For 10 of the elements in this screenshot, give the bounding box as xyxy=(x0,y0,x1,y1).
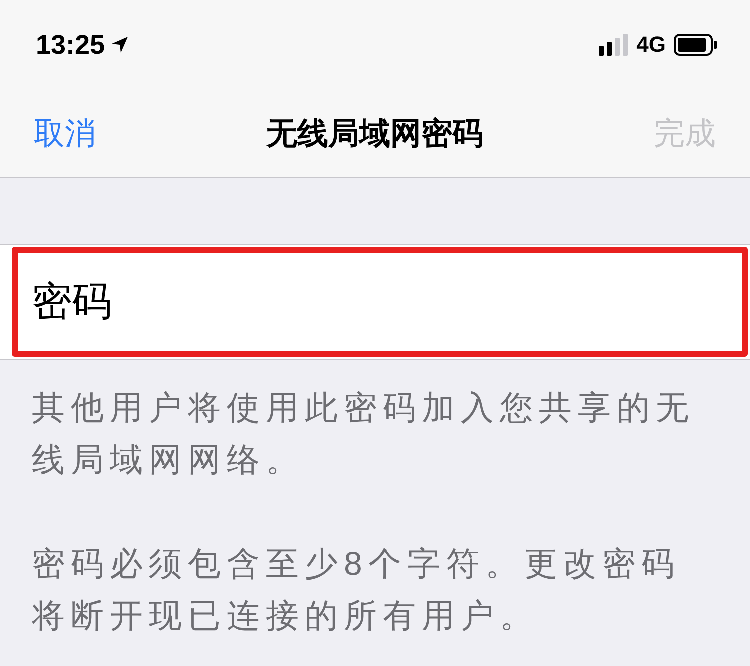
footer-note: 密码必须包含至少8个字符。更改密码将断开现已连接的所有用户。 xyxy=(32,544,682,636)
password-field[interactable]: 密码 xyxy=(12,247,748,357)
footer-note: 其他用户将使用此密码加入您共享的无线局域网网络。 xyxy=(32,388,696,480)
network-label: 4G xyxy=(636,32,666,58)
nav-title: 无线局域网密码 xyxy=(265,114,484,152)
status-time: 13:25 xyxy=(36,30,106,60)
signal-icon xyxy=(598,34,629,56)
location-arrow-icon xyxy=(111,36,130,54)
battery-icon xyxy=(674,34,718,56)
cancel-button[interactable]: 取消 xyxy=(34,112,96,154)
